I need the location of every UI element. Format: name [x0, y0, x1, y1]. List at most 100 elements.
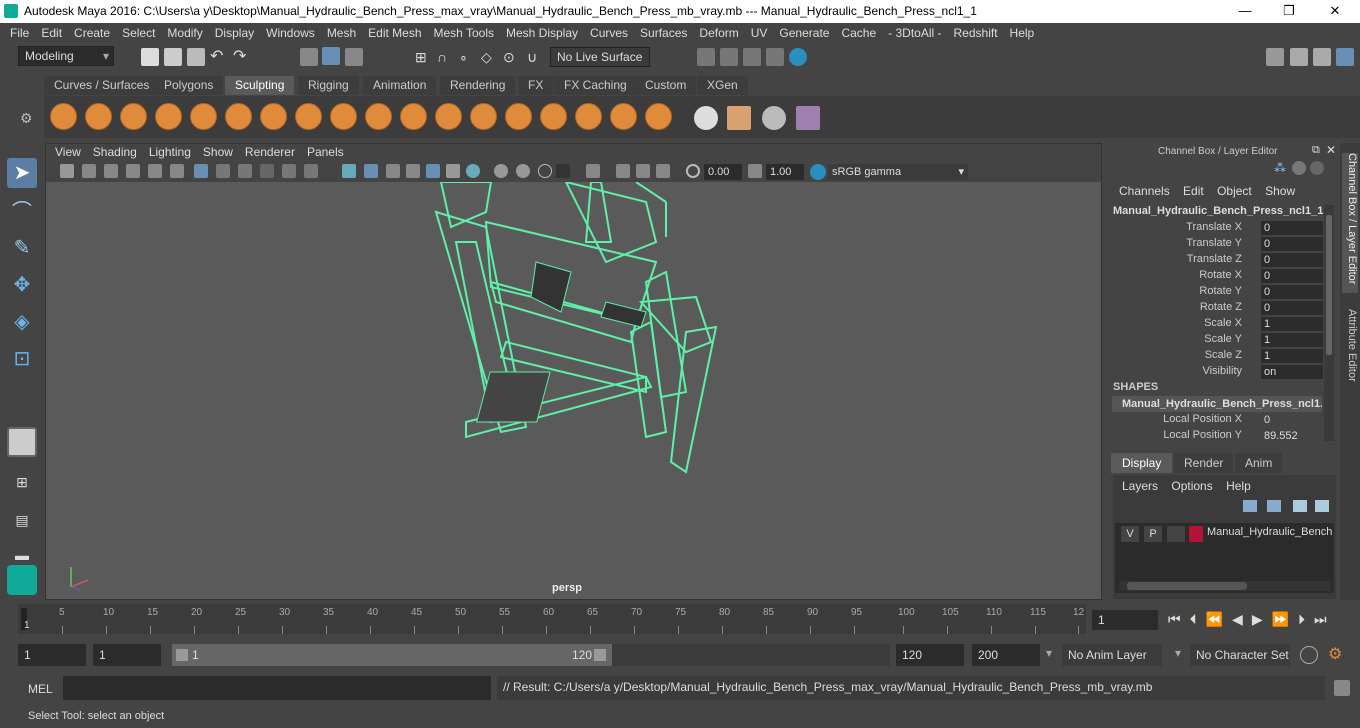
backface-culling-icon[interactable]	[656, 164, 670, 178]
ipr-render-icon[interactable]	[743, 48, 761, 66]
tab-sculpting[interactable]: Sculpting	[225, 76, 295, 95]
mel-label[interactable]: MEL	[28, 682, 53, 696]
step-forward-frame-icon[interactable]: ⏵	[1298, 611, 1314, 627]
attr-value[interactable]: 0	[1261, 221, 1323, 235]
2d-pan-zoom-icon[interactable]	[148, 164, 162, 178]
menu-display[interactable]: Display	[209, 23, 260, 43]
vp-menu-lighting[interactable]: Lighting	[143, 144, 197, 160]
menu-windows[interactable]: Windows	[260, 23, 321, 43]
cb-menu-object[interactable]: Object	[1217, 184, 1252, 198]
tab-anim[interactable]: Anim	[1235, 453, 1283, 473]
ambient-occlusion-icon[interactable]	[494, 164, 508, 178]
bookmark-icon[interactable]	[104, 164, 118, 178]
undo-icon[interactable]: ↶	[210, 48, 228, 66]
sculpt-tool-icon[interactable]	[50, 103, 77, 130]
play-backward-icon[interactable]: ◀	[1232, 611, 1252, 627]
attr-value[interactable]: 0	[1261, 269, 1323, 283]
cb-menu-show[interactable]: Show	[1265, 184, 1295, 198]
time-slider-track[interactable]: 1 5 10 15 20 25 30 35 40 45 50 55 60 65 …	[18, 604, 1086, 634]
safe-action-icon[interactable]	[304, 164, 318, 178]
redo-icon[interactable]: ↷	[233, 48, 251, 66]
menu-modify[interactable]: Modify	[161, 23, 208, 43]
tab-rigging[interactable]: Rigging	[298, 76, 359, 95]
wireframe-on-shaded-icon[interactable]	[386, 164, 400, 178]
attr-visibility[interactable]: Visibility on	[1104, 364, 1340, 380]
move-layer-down-icon[interactable]	[1267, 500, 1281, 512]
attr-value[interactable]: 89.552	[1261, 429, 1323, 443]
axis-orient-icon[interactable]: ⁂	[1274, 161, 1288, 175]
snap-point-icon[interactable]: ∘	[459, 48, 477, 66]
flatten-tool-icon[interactable]	[225, 103, 252, 130]
layer-display-type[interactable]	[1167, 526, 1185, 542]
menu-create[interactable]: Create	[68, 23, 116, 43]
attr-value[interactable]: 1	[1261, 333, 1323, 347]
anti-aliasing-icon[interactable]	[538, 164, 552, 178]
image-plane-icon[interactable]	[126, 164, 140, 178]
grid-icon[interactable]	[194, 164, 208, 178]
menu-mesh[interactable]: Mesh	[321, 23, 362, 43]
object-name[interactable]: Manual_Hydraulic_Bench_Press_ncl1_1	[1113, 205, 1323, 217]
color-management-icon[interactable]	[810, 164, 826, 180]
attr-value[interactable]: 0	[1261, 285, 1323, 299]
layer-playback-toggle[interactable]: P	[1144, 526, 1162, 542]
go-to-end-icon[interactable]: ⏭	[1314, 611, 1336, 627]
channel-box-scrollbar[interactable]	[1324, 205, 1334, 441]
float-panel-icon[interactable]: ⧉	[1312, 144, 1320, 157]
lights-icon[interactable]	[446, 164, 460, 178]
magnet-icon[interactable]: ∪	[527, 48, 545, 66]
range-slider[interactable]: 1 120	[172, 644, 612, 666]
animation-prefs-icon[interactable]: ⚙	[1328, 644, 1342, 664]
menu-help[interactable]: Help	[1004, 23, 1041, 43]
grease-pencil-icon[interactable]	[170, 164, 184, 178]
snap-curve-icon[interactable]: ∩	[437, 48, 455, 66]
script-editor-icon[interactable]	[1334, 680, 1350, 696]
step-forward-key-icon[interactable]: ⏩	[1272, 611, 1298, 627]
layer-visibility-toggle[interactable]: V	[1121, 526, 1139, 542]
exposure-field[interactable]: 0.00	[704, 164, 742, 180]
close-button[interactable]: ✕	[1320, 2, 1350, 20]
gamma-field[interactable]: 1.00	[766, 164, 804, 180]
four-view-icon[interactable]: ⊞	[7, 467, 37, 497]
menu-3dtoall[interactable]: - 3DtoAll -	[882, 23, 947, 43]
cb-menu-edit[interactable]: Edit	[1183, 184, 1204, 198]
auto-key-icon[interactable]	[1300, 646, 1318, 664]
resolution-gate-icon[interactable]	[238, 164, 252, 178]
tab-channel-box[interactable]: Channel Box / Layer Editor	[1342, 153, 1358, 293]
amplify-tool-icon[interactable]	[610, 103, 637, 130]
xray-active-icon[interactable]	[636, 164, 650, 178]
menu-edit[interactable]: Edit	[35, 23, 68, 43]
attr-value[interactable]: 1	[1261, 349, 1323, 363]
tab-curves-surfaces[interactable]: Curves / Surfaces	[44, 76, 160, 95]
move-layer-up-icon[interactable]	[1243, 500, 1257, 512]
attr-value[interactable]: 1	[1261, 317, 1323, 331]
attr-value[interactable]: on	[1261, 365, 1323, 379]
anim-start-field[interactable]: 1	[93, 644, 161, 666]
close-panel-icon[interactable]: ✕	[1326, 143, 1336, 157]
channel-box-toggle-icon[interactable]	[1336, 48, 1354, 66]
xray-icon[interactable]	[426, 164, 440, 178]
range-end-handle[interactable]	[594, 649, 606, 661]
scrollbar-thumb[interactable]	[1127, 582, 1247, 590]
attr-scale-z[interactable]: Scale Z 1	[1104, 348, 1340, 364]
menu-uv[interactable]: UV	[745, 23, 774, 43]
mel-input[interactable]	[63, 676, 491, 700]
layer-menu-help[interactable]: Help	[1226, 479, 1251, 493]
smooth-tool-icon[interactable]	[85, 103, 112, 130]
hypershade-icon[interactable]	[789, 48, 807, 66]
shadows-icon[interactable]	[466, 164, 480, 178]
sculpt-settings-icon[interactable]	[796, 106, 820, 130]
scale-tool-icon[interactable]: ⊡	[7, 344, 37, 374]
save-scene-icon[interactable]	[187, 48, 205, 66]
step-back-frame-icon[interactable]: ⏴	[1190, 611, 1206, 627]
menu-cache[interactable]: Cache	[835, 23, 882, 43]
attr-translate-y[interactable]: Translate Y 0	[1104, 236, 1340, 252]
attr-scale-y[interactable]: Scale Y 1	[1104, 332, 1340, 348]
vp-menu-show[interactable]: Show	[197, 144, 239, 160]
smear-tool-icon[interactable]	[540, 103, 567, 130]
wireframe-icon[interactable]	[342, 164, 356, 178]
tab-polygons[interactable]: Polygons	[154, 76, 224, 95]
layout-icon[interactable]	[1290, 48, 1308, 66]
outliner-persp-icon[interactable]: ▤	[7, 505, 37, 535]
render-frame-icon[interactable]	[697, 48, 715, 66]
attr-translate-z[interactable]: Translate Z 0	[1104, 252, 1340, 268]
